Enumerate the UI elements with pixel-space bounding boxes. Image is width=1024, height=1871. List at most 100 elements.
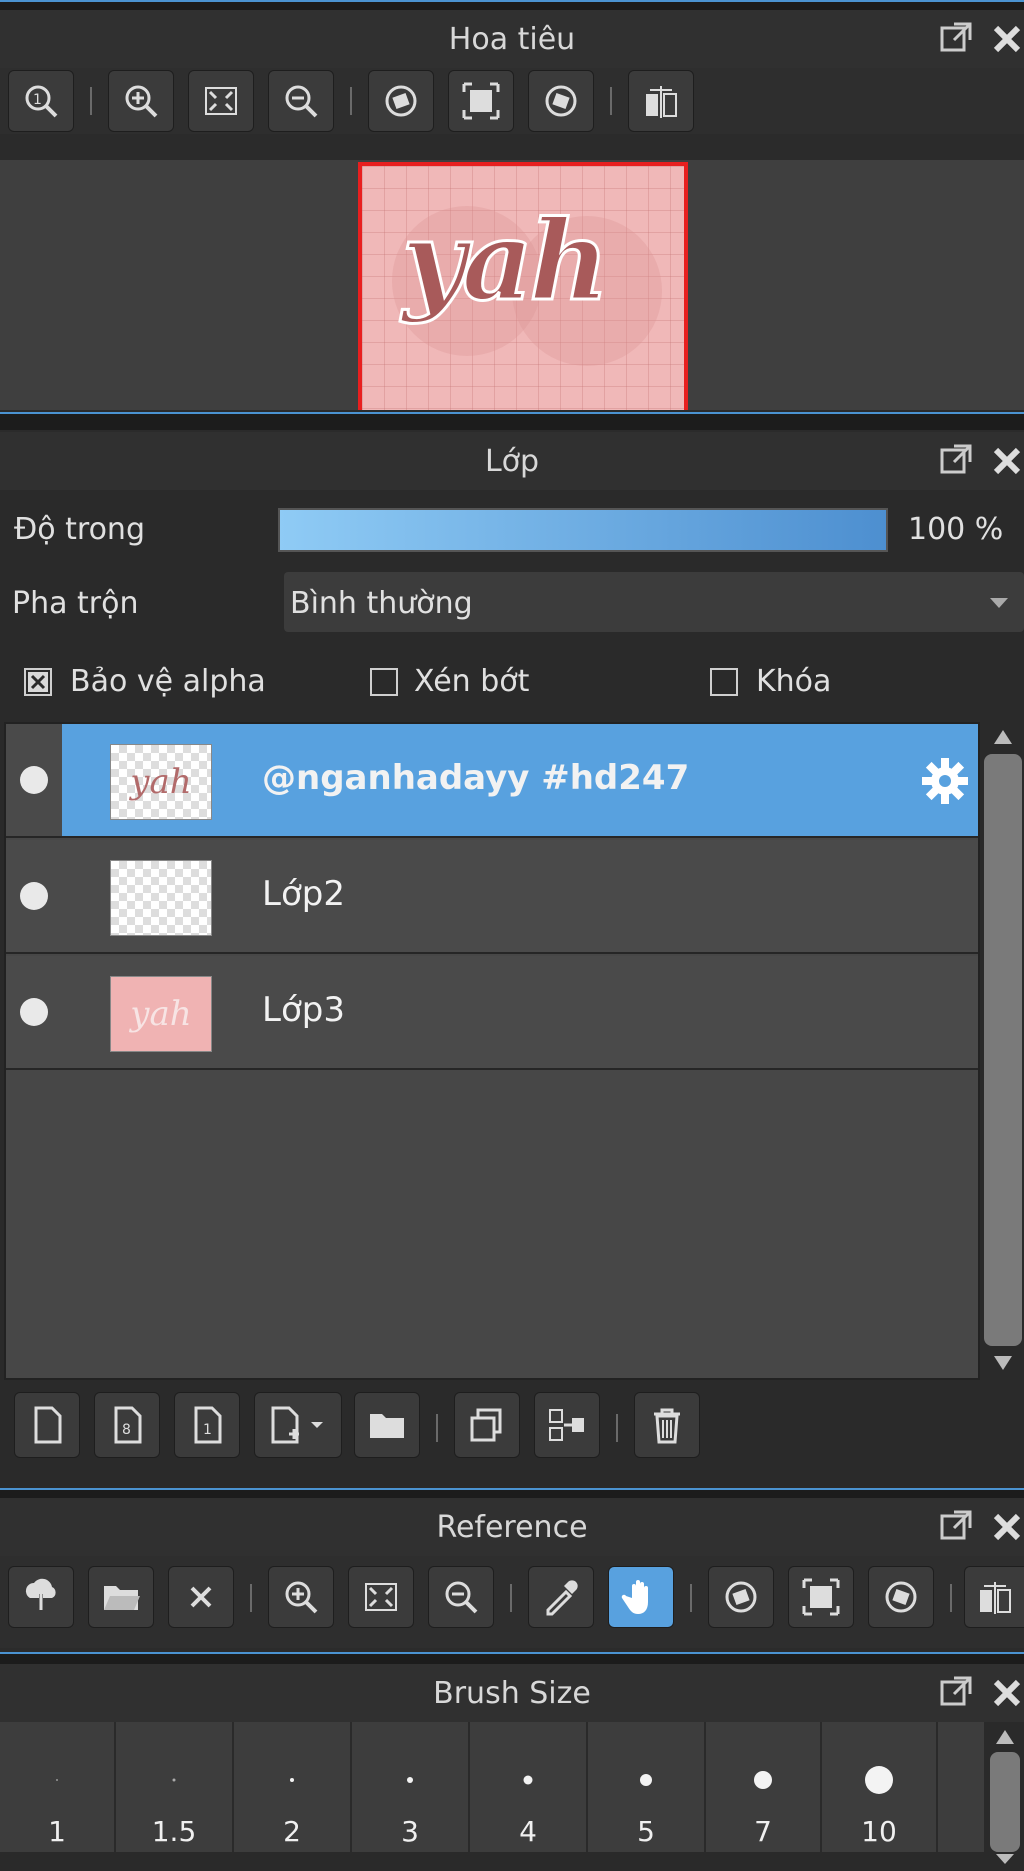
zoom-actual-button[interactable]: 1	[8, 70, 74, 132]
new-folder-icon	[370, 1414, 404, 1438]
close-button[interactable]	[168, 1566, 234, 1628]
open-folder-button[interactable]	[88, 1566, 154, 1628]
layer-visibility-toggle[interactable]	[6, 956, 62, 1068]
gear-icon[interactable]	[920, 756, 970, 806]
scroll-up-icon[interactable]	[994, 1728, 1016, 1746]
merge-down-button[interactable]	[534, 1392, 600, 1458]
zoom-out-button[interactable]	[268, 70, 334, 132]
toolbar-divider	[350, 87, 352, 115]
toolbar-divider	[610, 87, 612, 115]
opacity-slider[interactable]	[278, 508, 888, 552]
brush-size-cell-partial	[938, 1722, 984, 1852]
new-1bit-layer-button[interactable]: 1	[174, 1392, 240, 1458]
rotate-left-button[interactable]	[368, 70, 434, 132]
brush-size-label: 3	[401, 1815, 419, 1848]
popout-icon[interactable]	[938, 20, 974, 56]
scrollbar-thumb[interactable]	[984, 754, 1022, 1346]
new-8bit-layer-button[interactable]: 8	[94, 1392, 160, 1458]
brush-dot-icon	[523, 1775, 533, 1785]
clip-checkbox[interactable]	[370, 668, 398, 696]
brush-size-cell[interactable]: 10	[822, 1722, 938, 1852]
popout-icon[interactable]	[938, 1508, 974, 1544]
protect-alpha-checkbox[interactable]	[24, 668, 52, 696]
close-panel-icon[interactable]	[988, 1508, 1024, 1544]
close-panel-icon[interactable]	[988, 1674, 1024, 1710]
scrollbar-thumb[interactable]	[990, 1752, 1020, 1852]
rotate-right-button[interactable]	[528, 70, 594, 132]
popout-icon[interactable]	[938, 1674, 974, 1710]
chevron-down-icon	[990, 598, 1008, 608]
brush-size-cell[interactable]: 7	[706, 1722, 822, 1852]
rotate-left-icon	[385, 85, 417, 117]
zoom-actual-icon: 1	[25, 85, 58, 118]
eyedropper-button[interactable]	[528, 1566, 594, 1628]
blend-mode-value: Bình thường	[290, 586, 473, 621]
top-separator	[0, 0, 1024, 10]
clip-label: Xén bớt	[414, 664, 530, 699]
layer-item[interactable]: yah Lớp3	[6, 956, 978, 1070]
layers-title: Lớp	[484, 443, 540, 479]
layer-item[interactable]: yah @nganhadayy #hd247	[6, 724, 978, 838]
brush-size-label: 5	[637, 1815, 655, 1848]
flip-horizontal-button[interactable]	[964, 1566, 1024, 1628]
layer-visibility-toggle[interactable]	[6, 724, 62, 836]
scroll-down-icon[interactable]	[992, 1354, 1014, 1372]
popout-icon[interactable]	[938, 442, 974, 478]
fit-canvas-button[interactable]	[788, 1566, 854, 1628]
merge-down-icon	[549, 1409, 584, 1441]
brush-size-cell[interactable]: 3	[352, 1722, 470, 1852]
lock-checkbox[interactable]	[710, 668, 738, 696]
scroll-down-icon[interactable]	[994, 1852, 1016, 1866]
duplicate-layer-button[interactable]	[454, 1392, 520, 1458]
layer-item[interactable]: Lớp2	[6, 840, 978, 954]
rotate-right-button[interactable]	[868, 1566, 934, 1628]
zoom-in-icon	[285, 1581, 318, 1614]
brush-dot-icon	[172, 1778, 176, 1782]
hand-icon	[621, 1580, 648, 1614]
layer-list-scrollbar[interactable]	[982, 722, 1024, 1380]
panel-separator	[0, 1652, 1024, 1664]
layer-thumbnail: yah	[110, 976, 212, 1052]
new-layer-icon	[34, 1406, 62, 1444]
new-folder-button[interactable]	[354, 1392, 420, 1458]
brush-size-cell[interactable]: 2	[234, 1722, 352, 1852]
close-panel-icon[interactable]	[988, 442, 1024, 478]
layer-name: Lớp2	[262, 874, 345, 914]
brush-size-label: 4	[519, 1815, 537, 1848]
toolbar-divider	[510, 1584, 512, 1612]
fit-canvas-button[interactable]	[448, 70, 514, 132]
rotate-left-button[interactable]	[708, 1566, 774, 1628]
brush-size-label: 1.5	[151, 1815, 197, 1848]
zoom-in-button[interactable]	[108, 70, 174, 132]
scroll-up-icon[interactable]	[992, 728, 1014, 746]
zoom-in-button[interactable]	[268, 1566, 334, 1628]
add-layer-menu-icon	[271, 1406, 323, 1444]
new-layer-button[interactable]	[14, 1392, 80, 1458]
fit-screen-button[interactable]	[188, 70, 254, 132]
close-panel-icon[interactable]	[988, 20, 1024, 56]
toolbar-divider	[690, 1584, 692, 1612]
brush-size-cell[interactable]: 1.5	[116, 1722, 234, 1852]
navigator-preview-area[interactable]: yah	[0, 160, 1024, 410]
opacity-label: Độ trong	[14, 512, 145, 547]
brush-size-cell[interactable]: 1	[0, 1722, 116, 1852]
flip-horizontal-icon	[646, 86, 677, 118]
layer-name: @nganhadayy #hd247	[262, 758, 690, 798]
flip-horizontal-icon	[979, 1582, 1011, 1614]
layers-header: Lớp	[0, 432, 1024, 490]
brush-size-cell[interactable]: 4	[470, 1722, 588, 1852]
brush-size-cell[interactable]: 5	[588, 1722, 706, 1852]
layer-visibility-toggle[interactable]	[6, 840, 62, 952]
blend-mode-select[interactable]: Bình thường	[284, 572, 1024, 632]
toolbar-divider	[90, 87, 92, 115]
brush-size-scrollbar[interactable]	[984, 1722, 1024, 1871]
add-layer-menu-button[interactable]	[254, 1392, 342, 1458]
layer-thumbnail: yah	[110, 744, 212, 820]
preview-lettering: yah	[400, 195, 610, 327]
zoom-out-button[interactable]	[428, 1566, 494, 1628]
delete-layer-button[interactable]	[634, 1392, 700, 1458]
import-button[interactable]	[8, 1566, 74, 1628]
fit-screen-button[interactable]	[348, 1566, 414, 1628]
flip-horizontal-button[interactable]	[628, 70, 694, 132]
hand-tool-button[interactable]	[608, 1566, 674, 1628]
